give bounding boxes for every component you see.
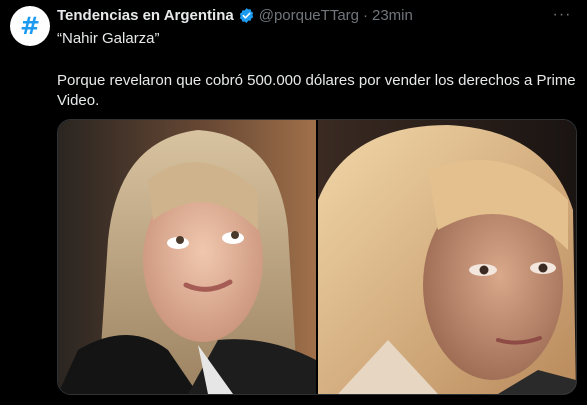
more-options-icon[interactable]: ···: [549, 6, 575, 26]
hashtag-icon: #: [19, 12, 41, 40]
tweet-header: Tendencias en Argentina @porqueTTarg · 2…: [57, 7, 547, 24]
media-grid: [57, 119, 577, 395]
photo-right[interactable]: [318, 120, 576, 394]
verified-badge-icon[interactable]: [238, 7, 255, 24]
photo-left[interactable]: [58, 120, 316, 394]
young-woman-photo: [58, 120, 316, 394]
display-name[interactable]: Tendencias en Argentina: [57, 7, 234, 24]
timestamp[interactable]: 23min: [372, 7, 413, 24]
handle[interactable]: @porqueTTarg: [259, 7, 359, 24]
separator: ·: [363, 7, 368, 24]
tweet-title: “Nahir Galarza”: [57, 30, 160, 47]
tweet-body: Porque revelaron que cobró 500.000 dólar…: [57, 72, 576, 109]
actress-photo: [318, 120, 576, 394]
avatar[interactable]: #: [10, 6, 50, 46]
